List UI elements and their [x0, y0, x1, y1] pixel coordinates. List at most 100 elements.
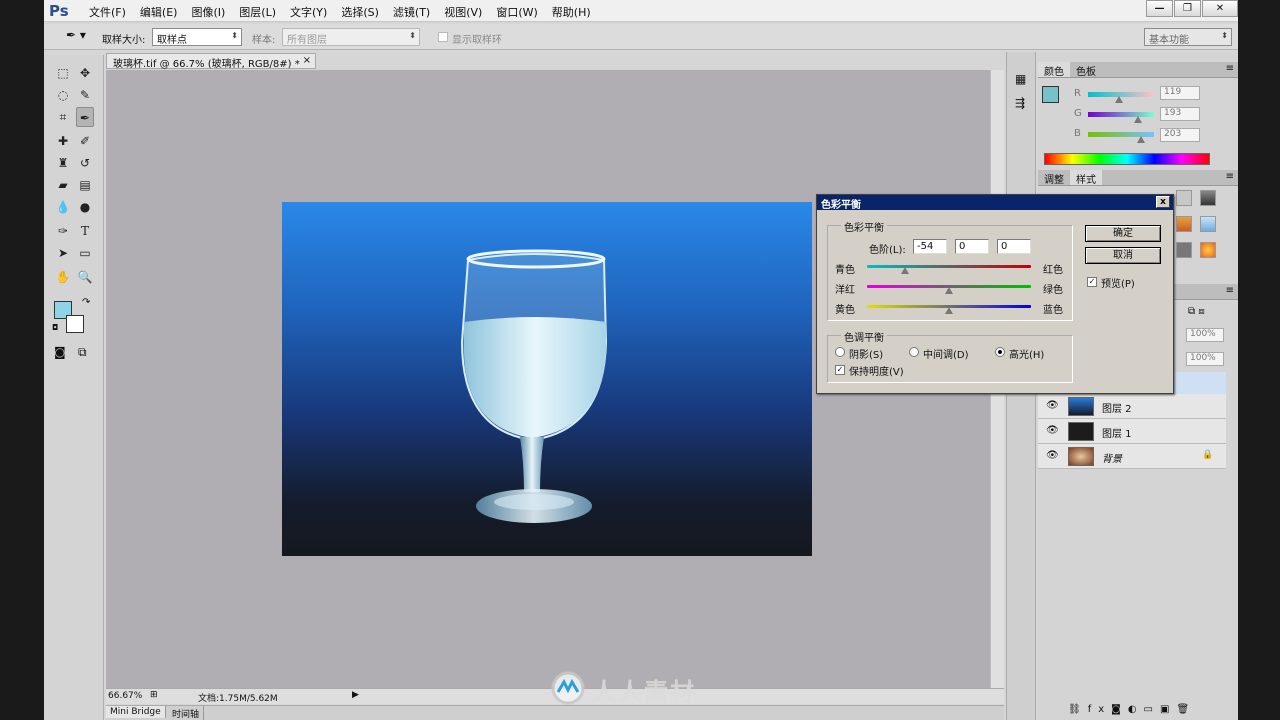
background-color-swatch[interactable]	[66, 315, 84, 333]
r-value[interactable]: 119	[1160, 86, 1200, 100]
default-colors-icon[interactable]: ◘	[52, 323, 58, 332]
layer-row[interactable]: 👁 图层 2	[1038, 394, 1226, 419]
eyedropper-preset-icon[interactable]: ✒ ▾	[66, 28, 86, 42]
midtones-radio[interactable]	[909, 347, 919, 357]
status-info-icon[interactable]: ⊞	[150, 690, 158, 700]
marquee-tool-icon[interactable]: ⬚	[54, 63, 72, 83]
lasso-tool-icon[interactable]: ◌	[54, 85, 72, 105]
close-button[interactable]: ✕	[1202, 0, 1238, 17]
visibility-eye-icon[interactable]: 👁	[1046, 425, 1059, 436]
level-cyan-red-input[interactable]: -54	[913, 239, 947, 254]
opacity-value[interactable]: 100%	[1186, 328, 1224, 342]
color-spectrum-bar[interactable]	[1044, 153, 1210, 165]
screen-mode-icon[interactable]: ⧉	[78, 345, 87, 360]
yellow-blue-slider-thumb[interactable]	[945, 307, 953, 314]
shape-tool-icon[interactable]: ▭	[76, 243, 94, 263]
panel-menu-icon[interactable]: ≡	[1222, 170, 1238, 185]
style-swatch[interactable]	[1176, 242, 1192, 258]
close-tab-icon[interactable]: ×	[303, 55, 311, 66]
healing-brush-tool-icon[interactable]: ✚	[54, 131, 72, 151]
zoom-tool-icon[interactable]: 🔍	[76, 267, 94, 287]
layer-footer-icons[interactable]: ⛓fx◙◐▭▣🗑	[1068, 704, 1196, 715]
g-value[interactable]: 193	[1160, 107, 1200, 121]
dodge-tool-icon[interactable]: ●	[76, 197, 94, 217]
restore-button[interactable]: ❐	[1174, 0, 1201, 17]
visibility-eye-icon[interactable]: 👁	[1046, 400, 1059, 411]
dialog-close-button[interactable]: x	[1156, 196, 1170, 208]
style-swatch[interactable]	[1200, 216, 1216, 232]
path-select-tool-icon[interactable]: ➤	[54, 243, 72, 263]
document-image[interactable]	[282, 202, 812, 556]
quick-mask-icon[interactable]: ◙	[54, 345, 66, 359]
move-tool-icon[interactable]: ✥	[76, 63, 94, 83]
gradient-tool-icon[interactable]: ▤	[76, 175, 94, 195]
menu-item[interactable]: 图像(I)	[184, 4, 232, 20]
sample-select[interactable]: 所有图层 ⬍	[282, 28, 420, 46]
b-value[interactable]: 203	[1160, 128, 1200, 142]
hand-tool-icon[interactable]: ✋	[54, 267, 72, 287]
menu-item[interactable]: 帮助(H)	[545, 4, 598, 20]
layer-row[interactable]: 👁 背景 🔒	[1038, 444, 1226, 469]
b-slider-thumb[interactable]	[1136, 136, 1145, 143]
menu-item[interactable]: 编辑(E)	[133, 4, 185, 20]
cyan-red-slider-thumb[interactable]	[900, 267, 909, 274]
swap-colors-icon[interactable]: ↷	[82, 297, 90, 308]
menu-item[interactable]: 图层(L)	[232, 4, 283, 20]
tab-adjustments[interactable]: 调整	[1038, 170, 1070, 186]
workspace-select[interactable]: 基本功能 ⬍	[1144, 28, 1232, 46]
r-slider-thumb[interactable]	[1115, 96, 1124, 103]
cancel-button[interactable]: 取消	[1085, 247, 1161, 264]
menu-item[interactable]: 窗口(W)	[489, 4, 544, 20]
style-swatch[interactable]	[1176, 190, 1192, 206]
style-swatch[interactable]	[1200, 190, 1216, 206]
zoom-level[interactable]: 66.67%	[108, 691, 142, 701]
fill-value[interactable]: 100%	[1186, 352, 1224, 366]
layer-tools-icons[interactable]: ⧉ ⧈	[1188, 306, 1205, 317]
minimize-button[interactable]: —	[1146, 0, 1173, 17]
g-slider[interactable]	[1088, 112, 1154, 117]
history-brush-tool-icon[interactable]: ↺	[76, 153, 94, 173]
panel-menu-icon[interactable]: ≡	[1222, 62, 1238, 77]
color-fg-swatch[interactable]	[1042, 86, 1059, 103]
show-ring-checkbox[interactable]	[438, 32, 448, 42]
visibility-eye-icon[interactable]: 👁	[1046, 450, 1059, 461]
panel-menu-icon[interactable]: ≡	[1222, 284, 1238, 299]
menu-item[interactable]: 滤镜(T)	[386, 4, 437, 20]
blur-tool-icon[interactable]: 💧	[54, 197, 72, 217]
layer-row[interactable]: 👁 图层 1	[1038, 419, 1226, 444]
tab-swatches[interactable]: 色板	[1070, 62, 1102, 78]
shadows-radio[interactable]	[835, 347, 845, 357]
level-magenta-green-input[interactable]: 0	[955, 239, 989, 254]
preserve-luminosity-checkbox[interactable]: ✓	[835, 365, 845, 375]
tab-color[interactable]: 颜色	[1038, 62, 1070, 78]
brush-tool-icon[interactable]: ✐	[76, 131, 94, 151]
level-yellow-blue-input[interactable]: 0	[997, 239, 1031, 254]
crop-tool-icon[interactable]: ⌗	[54, 107, 72, 127]
tab-timeline[interactable]: 时间轴	[168, 706, 205, 720]
eyedropper-tool-icon[interactable]: ✒	[75, 107, 94, 127]
type-tool-icon[interactable]: T	[76, 221, 94, 241]
eraser-tool-icon[interactable]: ▰	[54, 175, 72, 195]
menu-item[interactable]: 视图(V)	[437, 4, 489, 20]
highlights-radio[interactable]	[995, 347, 1005, 357]
actions-panel-icon[interactable]: ⇶	[1015, 96, 1025, 110]
tab-mini-bridge[interactable]: Mini Bridge	[106, 706, 166, 718]
history-panel-icon[interactable]: ▦	[1015, 72, 1026, 86]
preview-checkbox[interactable]: ✓	[1087, 277, 1097, 287]
dialog-title-bar[interactable]: 色彩平衡 x	[817, 195, 1173, 211]
menu-item[interactable]: 文件(F)	[82, 4, 133, 20]
ok-button[interactable]: 确定	[1085, 225, 1161, 242]
style-swatch[interactable]	[1176, 216, 1192, 232]
sample-size-select[interactable]: 取样点 ⬍	[152, 28, 242, 46]
clone-stamp-tool-icon[interactable]: ♜	[54, 153, 72, 173]
g-slider-thumb[interactable]	[1134, 116, 1143, 123]
pen-tool-icon[interactable]: ✑	[54, 221, 72, 241]
tab-styles[interactable]: 样式	[1070, 170, 1102, 186]
quick-select-tool-icon[interactable]: ✎	[76, 85, 94, 105]
magenta-green-slider-thumb[interactable]	[945, 287, 953, 294]
cyan-red-slider[interactable]	[867, 265, 1031, 268]
menu-item[interactable]: 选择(S)	[334, 4, 386, 20]
style-swatch[interactable]	[1200, 242, 1216, 258]
document-tab[interactable]: 玻璃杯.tif @ 66.7% (玻璃杯, RGB/8#) * ×	[106, 53, 316, 70]
status-menu-arrow-icon[interactable]: ▶	[352, 690, 359, 700]
